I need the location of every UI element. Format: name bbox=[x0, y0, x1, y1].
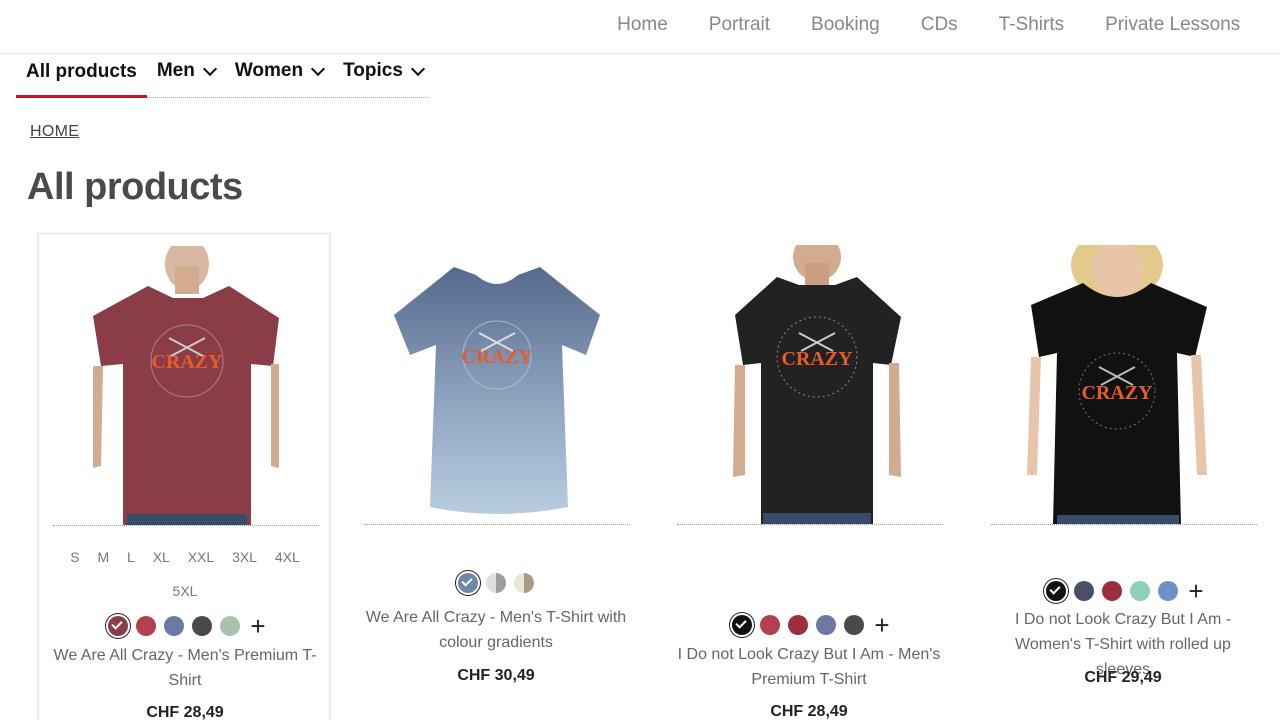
color-swatch[interactable] bbox=[192, 616, 213, 636]
product-price: CHF 30,49 bbox=[457, 667, 535, 684]
size-option[interactable]: 5XL bbox=[173, 583, 198, 599]
check-icon bbox=[111, 618, 124, 630]
color-swatch[interactable] bbox=[816, 615, 837, 635]
page-title: All products bbox=[27, 166, 243, 208]
color-swatch[interactable] bbox=[844, 615, 865, 635]
color-swatch-selected[interactable] bbox=[732, 615, 753, 635]
nav-booking[interactable]: Booking bbox=[811, 14, 880, 36]
color-swatch[interactable] bbox=[136, 616, 157, 636]
color-swatches bbox=[350, 573, 642, 593]
nav-private-lessons[interactable]: Private Lessons bbox=[1105, 14, 1240, 36]
color-swatch-selected[interactable] bbox=[1046, 581, 1067, 601]
nav-home[interactable]: Home bbox=[617, 14, 668, 36]
color-swatch[interactable] bbox=[1158, 581, 1179, 601]
product-image[interactable]: CRAZY bbox=[677, 245, 943, 525]
product-card[interactable]: CRAZY + I Do not Look Crazy But I Am - W… bbox=[977, 233, 1269, 720]
product-title[interactable]: I Do not Look Crazy But I Am - Men's Pre… bbox=[673, 642, 945, 692]
color-swatch-selected[interactable] bbox=[108, 616, 129, 636]
svg-text:CRAZY: CRAZY bbox=[151, 351, 223, 373]
color-swatch[interactable] bbox=[220, 616, 241, 636]
size-option[interactable]: XL bbox=[153, 549, 170, 565]
product-card[interactable]: CRAZY S M L XL XXL 3XL 4XL 5XL + We Are … bbox=[38, 233, 330, 720]
color-swatch[interactable] bbox=[1130, 581, 1151, 601]
top-navigation: Home Portrait Booking CDs T-Shirts Priva… bbox=[0, 0, 1280, 54]
tab-label: Women bbox=[234, 60, 304, 81]
size-option[interactable]: M bbox=[97, 549, 109, 565]
product-price: CHF 28,49 bbox=[146, 704, 224, 720]
color-swatch-selected[interactable] bbox=[458, 573, 478, 593]
check-icon bbox=[461, 575, 473, 587]
more-colors-plus-icon[interactable]: + bbox=[874, 612, 889, 638]
color-swatches: + bbox=[977, 578, 1269, 604]
tab-label: Topics bbox=[343, 60, 403, 81]
svg-text:CRAZY: CRAZY bbox=[781, 348, 853, 370]
color-swatches: + bbox=[663, 612, 955, 638]
product-card[interactable]: CRAZY + I Do not Look Crazy But I Am - M… bbox=[663, 233, 955, 720]
size-list: S M L XL XXL 3XL 4XL 5XL bbox=[39, 540, 331, 608]
color-swatch[interactable] bbox=[164, 616, 185, 636]
chevron-down-icon bbox=[202, 61, 217, 77]
tab-label: All products bbox=[26, 61, 137, 82]
color-swatch[interactable] bbox=[1074, 581, 1095, 601]
svg-text:CRAZY: CRAZY bbox=[461, 346, 533, 368]
tab-label: Men bbox=[156, 60, 195, 81]
chevron-down-icon bbox=[311, 61, 326, 77]
check-icon bbox=[735, 617, 748, 629]
color-swatch[interactable] bbox=[1102, 581, 1123, 601]
color-swatch[interactable] bbox=[788, 615, 809, 635]
product-price: CHF 28,49 bbox=[770, 703, 848, 720]
color-swatches: + bbox=[39, 613, 331, 639]
svg-text:CRAZY: CRAZY bbox=[1081, 382, 1153, 404]
category-navigation: All products Men Women Topics bbox=[16, 56, 428, 98]
color-swatch[interactable] bbox=[514, 573, 534, 593]
size-option[interactable]: XXL bbox=[188, 549, 214, 565]
color-swatch[interactable] bbox=[486, 573, 506, 593]
size-option[interactable]: L bbox=[127, 549, 135, 565]
product-image[interactable]: CRAZY bbox=[991, 245, 1257, 525]
nav-tshirts[interactable]: T-Shirts bbox=[999, 14, 1064, 36]
product-card[interactable]: CRAZY We Are All Crazy - Men's T-Shirt w… bbox=[350, 233, 642, 720]
product-image[interactable]: CRAZY bbox=[364, 245, 630, 525]
size-option[interactable]: 3XL bbox=[232, 549, 257, 565]
product-price: CHF 29,49 bbox=[1084, 669, 1162, 686]
more-colors-plus-icon[interactable]: + bbox=[250, 613, 265, 639]
product-title[interactable]: We Are All Crazy - Men's T-Shirt with co… bbox=[360, 605, 632, 655]
nav-portrait[interactable]: Portrait bbox=[709, 14, 770, 36]
nav-cds[interactable]: CDs bbox=[921, 14, 958, 36]
color-swatch[interactable] bbox=[760, 615, 781, 635]
tab-all-products[interactable]: All products bbox=[16, 56, 147, 98]
check-icon bbox=[1049, 583, 1062, 595]
size-option[interactable]: S bbox=[70, 549, 79, 565]
more-colors-plus-icon[interactable]: + bbox=[1188, 578, 1203, 604]
tab-topics[interactable]: Topics bbox=[333, 56, 433, 98]
tab-men[interactable]: Men bbox=[147, 56, 225, 98]
size-option[interactable]: 4XL bbox=[275, 549, 300, 565]
chevron-down-icon bbox=[410, 61, 426, 77]
product-title[interactable]: We Are All Crazy - Men's Premium T-Shirt bbox=[49, 643, 321, 693]
product-image[interactable]: CRAZY bbox=[53, 246, 319, 526]
breadcrumb-home[interactable]: HOME bbox=[30, 123, 79, 141]
tab-women[interactable]: Women bbox=[225, 56, 333, 98]
